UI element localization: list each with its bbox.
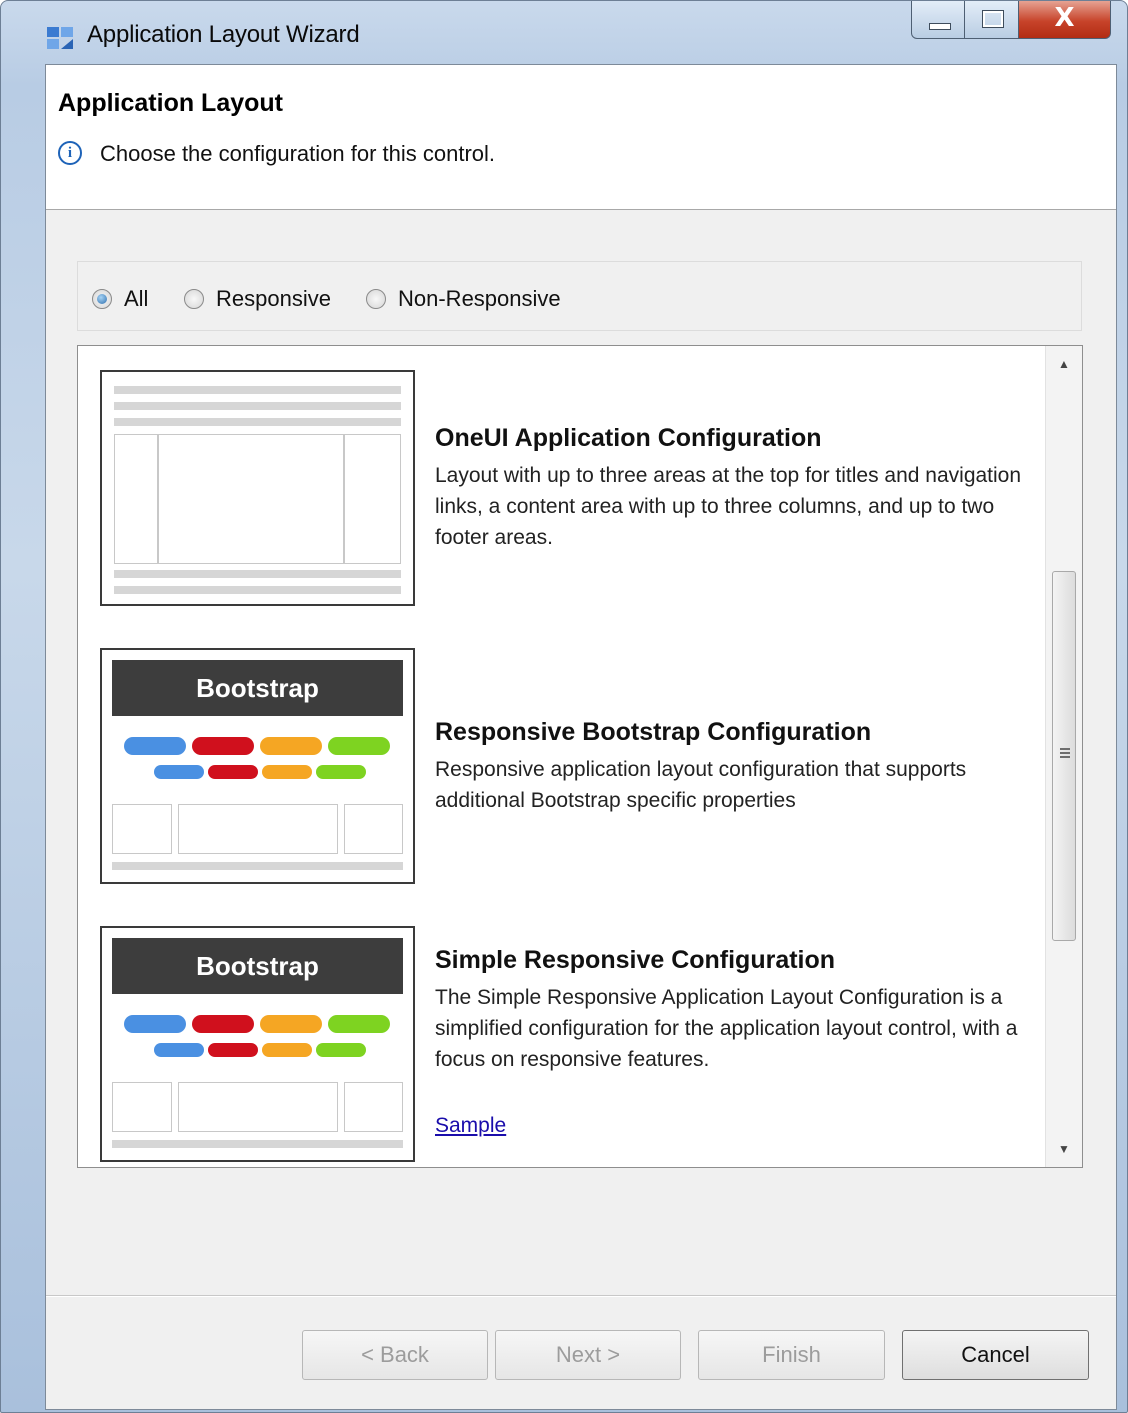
scroll-up-arrow-icon[interactable]: ▲ <box>1046 346 1082 382</box>
configuration-list[interactable]: OneUI Application Configuration Layout w… <box>77 345 1083 1168</box>
header-message: Choose the configuration for this contro… <box>100 141 496 166</box>
radio-responsive-label: Responsive <box>216 286 331 311</box>
item-description: Responsive application layout configurat… <box>435 758 967 812</box>
maximize-button[interactable] <box>965 1 1019 39</box>
thumb-nav-pill <box>316 765 366 779</box>
wizard-content: Application Layout i Choose the configur… <box>45 64 1117 1410</box>
radio-all-label: All <box>124 286 149 311</box>
radio-responsive[interactable]: Responsive <box>184 286 331 312</box>
thumb-nav-pill <box>208 1043 258 1057</box>
thumb-header-bar <box>114 386 401 394</box>
thumb-right-column <box>344 1082 403 1132</box>
bootstrap-layout-thumbnail: Bootstrap <box>100 926 415 1162</box>
bootstrap-thumb-header: Bootstrap <box>112 660 403 716</box>
radio-non-responsive[interactable]: Non-Responsive <box>366 286 561 312</box>
thumb-left-column <box>112 1082 172 1132</box>
item-description: The Simple Responsive Application Layout… <box>435 986 1018 1071</box>
scroll-down-arrow-icon[interactable]: ▼ <box>1046 1131 1082 1167</box>
sample-link[interactable]: Sample <box>435 1114 506 1138</box>
item-title: Simple Responsive Configuration <box>435 946 836 974</box>
vertical-scrollbar[interactable]: ▲ ▼ <box>1045 346 1082 1167</box>
page-title: Application Layout <box>58 89 283 117</box>
wizard-window: Application Layout Wizard X Application … <box>0 0 1128 1413</box>
thumb-nav-pill <box>124 737 186 755</box>
thumb-nav-pill <box>328 737 390 755</box>
radio-responsive-indicator[interactable] <box>184 289 204 309</box>
scrollbar-thumb[interactable] <box>1052 571 1076 941</box>
thumb-nav-pill <box>260 737 322 755</box>
item-title: OneUI Application Configuration <box>435 424 822 452</box>
back-button[interactable]: < Back <box>302 1330 488 1380</box>
thumb-left-column <box>112 804 172 854</box>
filter-radio-group: All Responsive Non-Responsive <box>77 261 1082 331</box>
item-description: Layout with up to three areas at the top… <box>435 464 1022 549</box>
finish-button[interactable]: Finish <box>698 1330 885 1380</box>
wizard-header: Application Layout i Choose the configur… <box>46 65 1116 210</box>
radio-non-responsive-label: Non-Responsive <box>398 286 561 311</box>
thumb-nav-pill <box>262 1043 312 1057</box>
radio-all[interactable]: All <box>92 286 148 312</box>
wizard-app-icon <box>47 27 73 49</box>
oneui-layout-thumbnail <box>100 370 415 606</box>
caption-buttons: X <box>911 1 1111 41</box>
thumb-content-column <box>178 1082 338 1132</box>
thumb-right-column <box>344 804 403 854</box>
thumb-header-bar <box>114 402 401 410</box>
scrollbar-grip-icon <box>1060 748 1070 760</box>
info-icon: i <box>58 141 82 165</box>
close-button[interactable]: X <box>1019 1 1111 39</box>
footer-separator <box>46 1295 1116 1297</box>
thumb-nav-pill <box>316 1043 366 1057</box>
radio-all-indicator[interactable] <box>92 289 112 309</box>
thumb-header-bar <box>114 418 401 426</box>
thumb-nav-pill <box>208 765 258 779</box>
thumb-footer-bar <box>112 862 403 870</box>
thumb-content-column <box>178 804 338 854</box>
thumb-nav-pill <box>124 1015 186 1033</box>
thumb-footer-bar <box>114 586 401 594</box>
minimize-icon <box>929 23 951 30</box>
thumb-right-column <box>344 434 401 564</box>
thumb-left-column <box>114 434 158 564</box>
cancel-button[interactable]: Cancel <box>902 1330 1089 1380</box>
thumb-nav-pill <box>328 1015 390 1033</box>
bootstrap-thumb-header: Bootstrap <box>112 938 403 994</box>
thumb-nav-pill <box>192 1015 254 1033</box>
thumb-nav-pill <box>262 765 312 779</box>
radio-non-responsive-indicator[interactable] <box>366 289 386 309</box>
item-title: Responsive Bootstrap Configuration <box>435 718 872 746</box>
thumb-nav-pill <box>154 1043 204 1057</box>
thumb-nav-pill <box>192 737 254 755</box>
maximize-icon <box>982 10 1004 28</box>
next-button[interactable]: Next > <box>495 1330 681 1380</box>
window-title: Application Layout Wizard <box>87 21 360 48</box>
thumb-footer-bar <box>112 1140 403 1148</box>
title-bar[interactable]: Application Layout Wizard X <box>1 1 1127 63</box>
thumb-nav-pill <box>154 765 204 779</box>
close-icon: X <box>1054 3 1075 33</box>
thumb-content-column <box>158 434 344 564</box>
minimize-button[interactable] <box>911 1 965 39</box>
thumb-nav-pill <box>260 1015 322 1033</box>
thumb-footer-bar <box>114 570 401 578</box>
bootstrap-layout-thumbnail: Bootstrap <box>100 648 415 884</box>
